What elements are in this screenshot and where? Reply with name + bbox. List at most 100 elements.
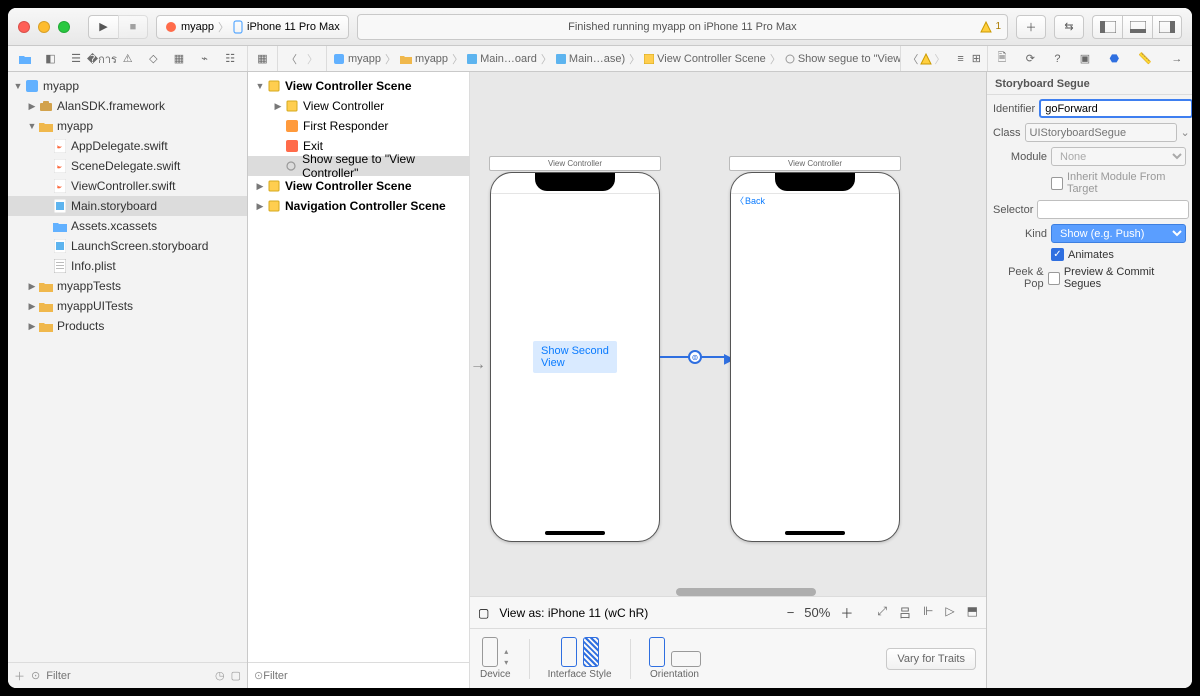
- toggle-inspector-button[interactable]: [1152, 15, 1182, 39]
- assets-icon: [52, 218, 68, 234]
- filter-icon: ⊙: [254, 669, 263, 682]
- nav-item[interactable]: ▶AlanSDK.framework: [8, 96, 247, 116]
- identity-inspector-icon[interactable]: ▣: [1080, 52, 1090, 65]
- vary-for-traits-button[interactable]: Vary for Traits: [886, 648, 976, 670]
- device-group[interactable]: ▴▾ Device: [480, 637, 511, 680]
- selector-field[interactable]: [1037, 200, 1189, 219]
- nav-item[interactable]: ▶myappTests: [8, 276, 247, 296]
- show-second-view-button[interactable]: Show Second View: [533, 341, 617, 373]
- connections-inspector-icon[interactable]: →: [1171, 53, 1182, 65]
- kind-field[interactable]: Show (e.g. Push): [1051, 224, 1186, 243]
- stop-button[interactable]: ■: [118, 15, 148, 39]
- module-field[interactable]: None: [1051, 147, 1186, 166]
- report-navigator-icon[interactable]: ☷: [217, 52, 243, 65]
- animates-checkbox[interactable]: ✓: [1051, 248, 1064, 261]
- orientation-group[interactable]: Orientation: [649, 637, 701, 680]
- embed-button[interactable]: ⤢: [877, 604, 887, 621]
- zoom-out-button[interactable]: −: [787, 605, 795, 620]
- align-button[interactable]: 吕: [899, 604, 911, 621]
- nav-item[interactable]: Main.storyboard: [8, 196, 247, 216]
- outline-item[interactable]: Show segue to "View Controller": [248, 156, 469, 176]
- add-button[interactable]: ＋: [14, 668, 25, 684]
- status-text: Finished running myapp on iPhone 11 Pro …: [568, 21, 797, 33]
- class-field[interactable]: [1025, 123, 1177, 142]
- outline-item[interactable]: ▶View Controller: [248, 96, 469, 116]
- pin-button[interactable]: ⊩: [923, 604, 933, 621]
- zoom-in-button[interactable]: ＋: [840, 603, 853, 622]
- view-controller-2[interactable]: View Controller 〈Back: [730, 172, 900, 542]
- toggle-outline-button[interactable]: ▢: [478, 606, 489, 620]
- symbol-navigator-icon[interactable]: ☰: [63, 52, 89, 65]
- file-inspector-icon[interactable]: 🗎: [998, 49, 1007, 68]
- nav-item[interactable]: ▶myappUITests: [8, 296, 247, 316]
- library-button[interactable]: ＋: [1016, 15, 1046, 39]
- size-inspector-icon[interactable]: 📏: [1138, 52, 1152, 65]
- forward-button[interactable]: 〉: [303, 51, 322, 67]
- storyboard-canvas[interactable]: → View Controller Show Second View ⊚ ▶ V…: [470, 72, 986, 596]
- class-dropdown-icon[interactable]: ⌄: [1181, 126, 1190, 139]
- issue-navigator-icon[interactable]: ⚠: [115, 52, 141, 65]
- filter-input[interactable]: [46, 670, 209, 682]
- breakpoint-navigator-icon[interactable]: ⌁: [192, 52, 218, 65]
- jump-bar[interactable]: myapp〉 myapp〉 Main…oard〉 Main…ase)〉 View…: [327, 46, 900, 71]
- history-inspector-icon[interactable]: ⟳: [1026, 52, 1035, 65]
- add-editor-button[interactable]: ⊞: [972, 52, 981, 65]
- outline-tree[interactable]: ▼View Controller Scene▶View ControllerFi…: [248, 72, 469, 662]
- segue-icon[interactable]: ⊚: [688, 350, 702, 364]
- close-icon[interactable]: [18, 21, 30, 33]
- nav-item[interactable]: Info.plist: [8, 256, 247, 276]
- zoom-value[interactable]: 50%: [804, 605, 830, 620]
- scheme-selector[interactable]: myapp 〉 iPhone 11 Pro Max: [156, 15, 349, 39]
- related-items-button[interactable]: ▦: [248, 46, 278, 71]
- source-control-navigator-icon[interactable]: ◧: [38, 52, 64, 65]
- toggle-navigator-button[interactable]: [1092, 15, 1122, 39]
- resolve-button[interactable]: ▷: [945, 604, 954, 621]
- storyboard-icon: [556, 54, 566, 64]
- traffic-lights: [18, 21, 70, 33]
- back-button[interactable]: 〈: [282, 51, 301, 67]
- class-label: Class: [993, 127, 1021, 139]
- outline-item[interactable]: ▼View Controller Scene: [248, 76, 469, 96]
- code-review-button[interactable]: ⇆: [1054, 15, 1084, 39]
- test-navigator-icon[interactable]: ◇: [141, 52, 167, 65]
- project-root[interactable]: ▼ myapp: [8, 76, 247, 96]
- embed-in-button[interactable]: ⬒: [967, 604, 978, 621]
- view-as-label[interactable]: View as: iPhone 11 (wC hR): [499, 606, 648, 620]
- attributes-inspector-icon[interactable]: ⬣: [1109, 52, 1119, 65]
- find-navigator-icon[interactable]: �การ: [89, 50, 115, 68]
- recent-filter-icon[interactable]: ◷: [215, 669, 225, 682]
- nav-item[interactable]: ▶Products: [8, 316, 247, 336]
- nav-item[interactable]: LaunchScreen.storyboard: [8, 236, 247, 256]
- view-controller-1[interactable]: View Controller Show Second View: [490, 172, 660, 542]
- project-navigator-icon[interactable]: [12, 53, 38, 65]
- nav-item[interactable]: SceneDelegate.swift: [8, 156, 247, 176]
- horizontal-scrollbar[interactable]: [676, 588, 816, 596]
- back-issue-button[interactable]: 〈: [907, 51, 918, 67]
- back-button[interactable]: 〈Back: [735, 194, 765, 207]
- preview-checkbox[interactable]: [1048, 272, 1060, 285]
- debug-navigator-icon[interactable]: ▦: [166, 52, 192, 65]
- minimize-icon[interactable]: [38, 21, 50, 33]
- outline-item[interactable]: ▶Navigation Controller Scene: [248, 196, 469, 216]
- zoom-icon[interactable]: [58, 21, 70, 33]
- segue-icon: [284, 158, 299, 174]
- help-inspector-icon[interactable]: ?: [1054, 53, 1060, 65]
- toggle-debug-button[interactable]: [1122, 15, 1152, 39]
- nav-item[interactable]: AppDelegate.swift: [8, 136, 247, 156]
- inherit-checkbox[interactable]: [1051, 177, 1063, 190]
- navigator-tree[interactable]: ▼ myapp ▶AlanSDK.framework▼myappAppDeleg…: [8, 72, 247, 662]
- scene-icon: [266, 178, 282, 194]
- identifier-field[interactable]: [1039, 99, 1192, 118]
- warning-icon[interactable]: [920, 53, 932, 65]
- outline-filter-input[interactable]: [263, 670, 463, 682]
- nav-item[interactable]: ▼myapp: [8, 116, 247, 136]
- outline-item[interactable]: First Responder: [248, 116, 469, 136]
- warning-badge[interactable]: 1: [980, 21, 1001, 33]
- nav-item[interactable]: ViewController.swift: [8, 176, 247, 196]
- adjust-editor-button[interactable]: ≡: [957, 53, 963, 65]
- run-button[interactable]: ▶: [88, 15, 118, 39]
- nav-item[interactable]: Assets.xcassets: [8, 216, 247, 236]
- scm-filter-icon[interactable]: ▢: [231, 669, 241, 682]
- interface-style-group[interactable]: Interface Style: [548, 637, 612, 680]
- forward-issue-button[interactable]: 〉: [934, 51, 945, 67]
